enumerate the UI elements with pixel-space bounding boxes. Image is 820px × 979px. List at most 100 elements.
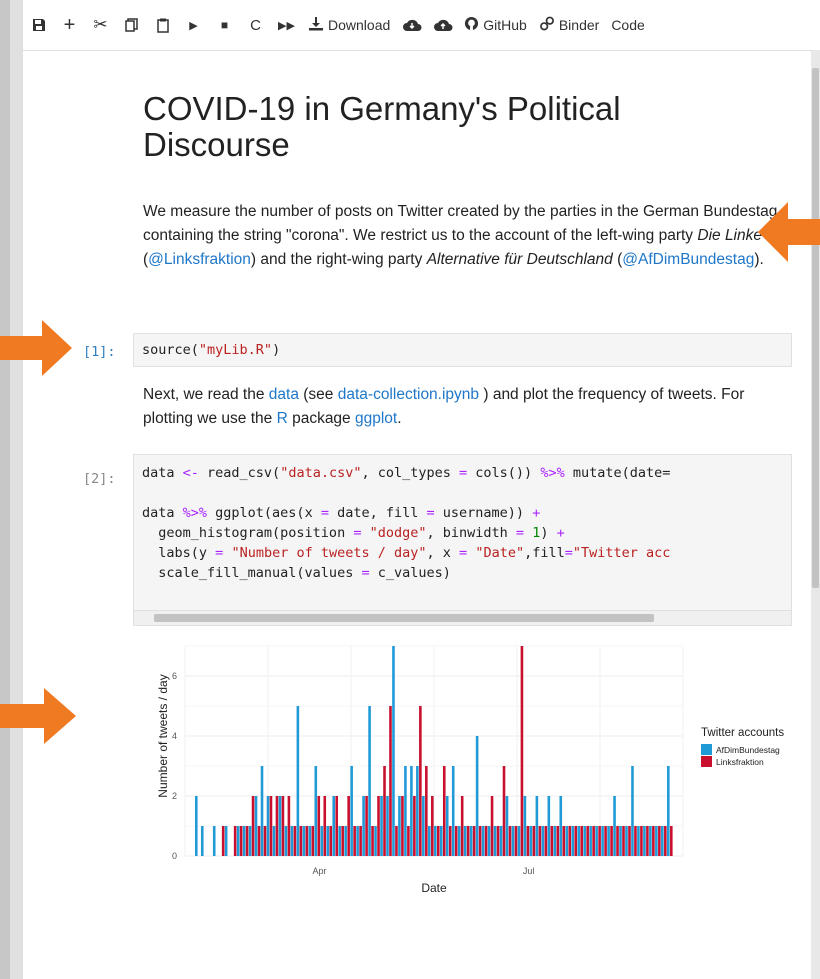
bar-afdimbundestag <box>368 706 371 856</box>
bar-afdimbundestag <box>577 826 580 856</box>
code-cell-1[interactable]: source("myLib.R") <box>133 333 792 367</box>
data-collection-link[interactable]: data-collection.ipynb <box>338 386 479 403</box>
cut-icon[interactable]: ✂ <box>85 0 116 50</box>
bar-linksfraktion <box>305 826 309 856</box>
notebook-gutter <box>10 0 23 979</box>
bar-afdimbundestag <box>535 796 539 856</box>
bar-linksfraktion <box>275 796 279 856</box>
bar-afdimbundestag <box>667 766 670 856</box>
code-token: %>% <box>182 505 208 521</box>
code-token: = <box>564 545 573 561</box>
bar-linksfraktion <box>431 796 434 856</box>
vertical-scrollbar[interactable] <box>810 50 820 979</box>
bar-linksfraktion <box>329 826 333 856</box>
code-token: date, fill <box>328 505 427 521</box>
bar-linksfraktion <box>383 766 386 856</box>
code-token: , col_types <box>361 465 460 481</box>
bar-afdimbundestag <box>338 826 341 856</box>
code-token: , binwidth <box>426 525 516 541</box>
run-icon[interactable]: ▶ <box>178 0 209 50</box>
code-token: source( <box>142 342 199 358</box>
bar-afdimbundestag <box>272 826 276 856</box>
code-cell-2[interactable]: data <- read_csv("data.csv", col_types =… <box>133 454 792 626</box>
bar-afdimbundestag <box>308 826 312 856</box>
bar-linksfraktion <box>245 826 249 856</box>
bar-linksfraktion <box>556 826 560 856</box>
linke-party-name: Die Linke <box>697 227 762 244</box>
linksfraktion-link[interactable]: @Linksfraktion <box>148 251 251 268</box>
bar-afdimbundestag <box>529 826 533 856</box>
github-label: GitHub <box>483 17 527 33</box>
bar-afdimbundestag <box>493 826 497 856</box>
code-token: geom_histogram(position <box>142 525 354 541</box>
binder-label: Binder <box>558 17 600 33</box>
bar-linksfraktion <box>646 826 649 856</box>
bar-afdimbundestag <box>571 826 575 856</box>
bar-afdimbundestag <box>398 796 401 856</box>
code-token: cols()) <box>467 465 541 481</box>
restart-icon[interactable]: C <box>240 0 271 50</box>
add-cell-icon[interactable]: + <box>54 0 85 50</box>
save-icon[interactable] <box>23 0 54 50</box>
horizontal-scroll-thumb[interactable] <box>154 614 654 622</box>
bar-linksfraktion <box>664 826 667 856</box>
download-button[interactable]: Download <box>302 0 396 50</box>
bar-afdimbundestag <box>655 826 658 856</box>
cell-type-select[interactable]: Code <box>605 0 650 50</box>
bar-afdimbundestag <box>487 826 491 856</box>
code-line-4: geom_histogram(position = "dodge", binwi… <box>142 523 783 543</box>
bar-afdimbundestag <box>374 826 377 856</box>
ggplot-link[interactable]: ggplot <box>355 410 397 427</box>
bar-afdimbundestag <box>595 826 598 856</box>
code-token: mutate(date= <box>564 465 671 481</box>
cloud-upload-icon[interactable] <box>427 0 458 50</box>
code-string: "myLib.R" <box>198 342 273 358</box>
horizontal-scrollbar[interactable] <box>134 610 791 625</box>
code-token: <- <box>182 465 199 481</box>
bar-afdimbundestag <box>481 826 485 856</box>
run-all-icon[interactable]: ▶▶ <box>271 0 302 50</box>
bar-afdimbundestag <box>445 796 449 856</box>
code-line-3: data %>% ggplot(aes(x = date, fill = use… <box>142 503 783 523</box>
code-token: ggplot(aes(x <box>207 505 321 521</box>
para-text: . <box>397 410 402 427</box>
bar-afdimbundestag <box>195 796 198 856</box>
download-label: Download <box>328 17 391 33</box>
afdimbundestag-link[interactable]: @AfDimBundestag <box>622 251 754 268</box>
bar-linksfraktion <box>311 826 315 856</box>
bar-linksfraktion <box>323 796 327 856</box>
bar-afdimbundestag <box>242 826 246 856</box>
github-icon <box>464 16 479 34</box>
bar-linksfraktion <box>407 826 410 856</box>
bar-afdimbundestag <box>613 796 616 856</box>
bar-afdimbundestag <box>541 826 545 856</box>
r-link[interactable]: R <box>277 410 288 427</box>
github-button[interactable]: GitHub <box>458 0 533 50</box>
code-token: = <box>426 505 435 521</box>
y-axis-label: Number of tweets / day <box>156 674 170 797</box>
binder-button[interactable]: Binder <box>533 0 605 50</box>
bar-linksfraktion <box>413 796 416 856</box>
paste-icon[interactable] <box>147 0 178 50</box>
code-token: = <box>459 545 468 561</box>
bar-linksfraktion <box>221 826 225 856</box>
bar-afdimbundestag <box>386 796 389 856</box>
vertical-scroll-thumb[interactable] <box>812 68 819 588</box>
stop-icon[interactable]: ■ <box>209 0 240 50</box>
bar-afdimbundestag <box>422 796 425 856</box>
bar-afdimbundestag <box>290 826 294 856</box>
code-token: read_csv( <box>198 465 281 481</box>
page-title: COVID-19 in Germany's Political Discours… <box>143 90 621 163</box>
bar-linksfraktion <box>293 826 297 856</box>
bar-linksfraktion <box>281 796 285 856</box>
code-token: username)) <box>434 505 533 521</box>
copy-icon[interactable] <box>116 0 147 50</box>
bar-afdimbundestag <box>631 766 634 856</box>
code-token: ,fill <box>524 545 565 561</box>
bar-afdimbundestag <box>344 826 347 856</box>
bar-linksfraktion <box>670 826 673 856</box>
x-tick-label: Jul <box>523 866 535 876</box>
bar-afdimbundestag <box>469 826 473 856</box>
data-link[interactable]: data <box>269 386 299 403</box>
cloud-download-icon[interactable] <box>396 0 427 50</box>
